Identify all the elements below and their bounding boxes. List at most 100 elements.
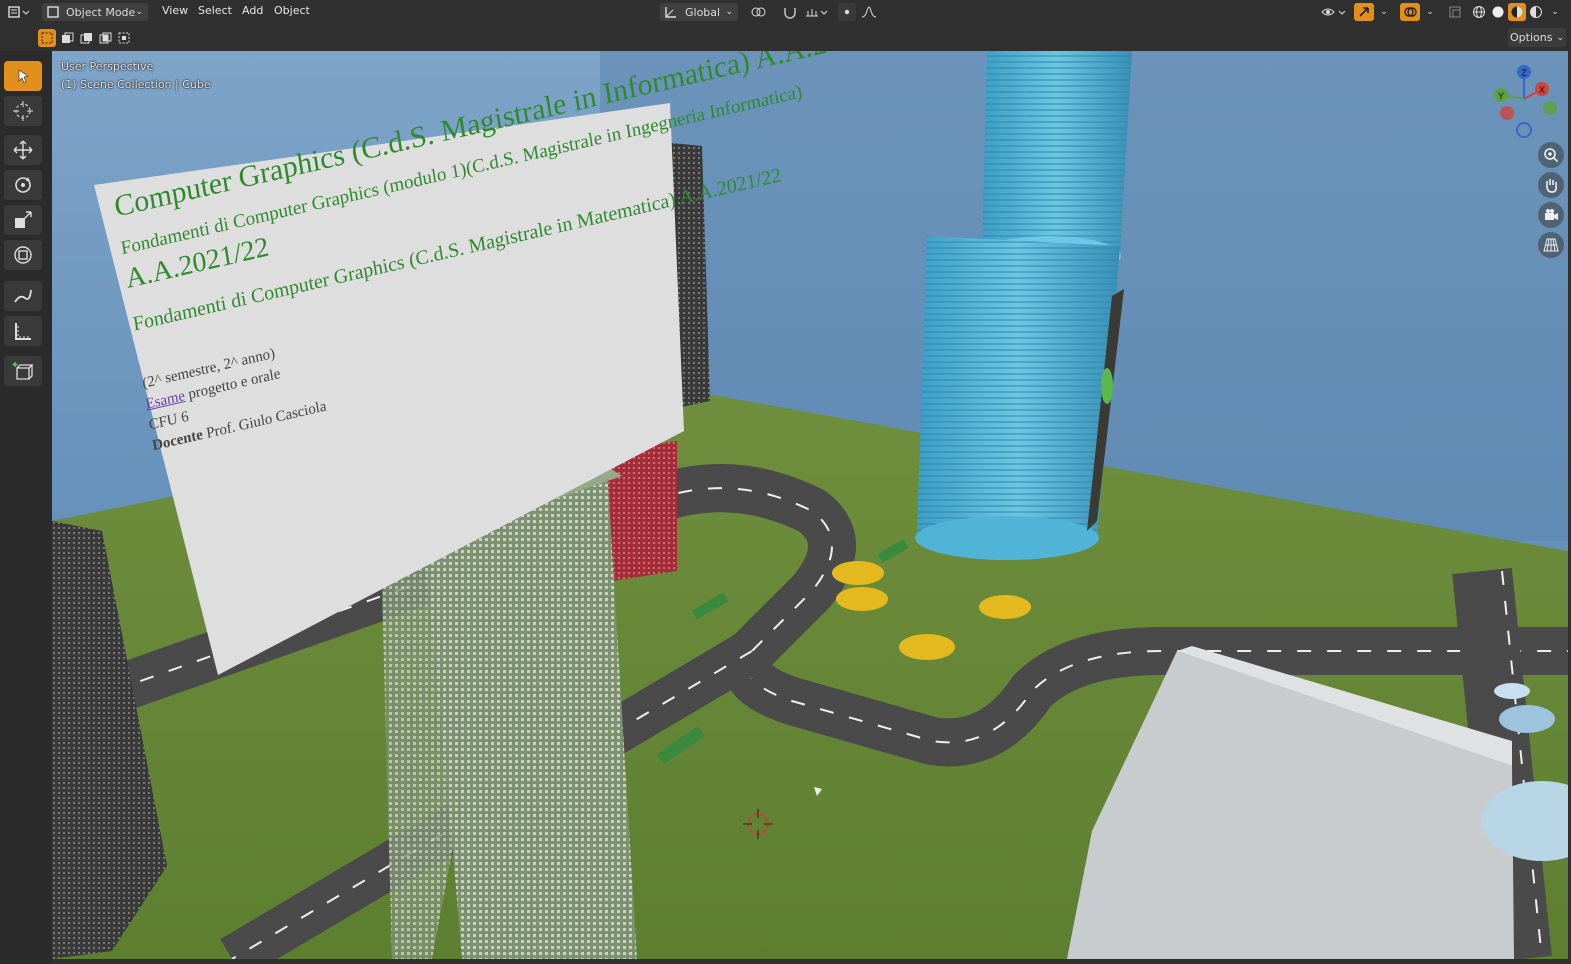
axis-gizmo-icon: X Y Z <box>1494 65 1557 138</box>
object-mode-icon <box>47 6 59 18</box>
cursor-arrow-icon <box>18 69 29 84</box>
wireframe-sphere-icon <box>1473 6 1485 18</box>
shading-rendered-button[interactable] <box>1527 3 1545 21</box>
select-intersect-icon <box>118 32 130 44</box>
falloff-icon <box>861 6 877 18</box>
menu-add[interactable]: Add <box>242 4 263 17</box>
eye-icon <box>1321 8 1346 16</box>
xray-toggle[interactable] <box>1446 3 1464 21</box>
tool-transform[interactable] <box>4 240 42 270</box>
tool-annotate[interactable] <box>4 281 42 311</box>
chevron-down-icon: ⌄ <box>725 7 733 17</box>
transform-icon <box>14 246 32 264</box>
blue-tower-top-lines <box>982 51 1132 261</box>
blue-tower-sign-logo <box>1101 368 1113 404</box>
axis-z-label: Z <box>1521 68 1527 78</box>
gizmo-arrows-icon <box>1359 7 1369 17</box>
tool-select-box[interactable] <box>4 61 42 91</box>
tool-rotate[interactable] <box>4 170 42 200</box>
falloff-dropdown[interactable] <box>858 3 880 21</box>
snap-target-dropdown[interactable] <box>802 3 830 21</box>
overlays-toggle[interactable] <box>1400 3 1420 21</box>
menu-select[interactable]: Select <box>198 4 232 17</box>
gizmo-dropdown[interactable]: ⌄ <box>1376 3 1392 21</box>
select-extend-icon <box>62 32 74 43</box>
chevron-down-icon: ⌄ <box>1426 7 1434 17</box>
snap-increment-icon <box>806 9 828 17</box>
tool-add-cube[interactable] <box>4 356 42 386</box>
menu-view[interactable]: View <box>162 4 188 17</box>
shading-material-button[interactable] <box>1508 3 1526 21</box>
editor-type-button[interactable] <box>4 3 34 21</box>
options-dropdown[interactable]: Options ⌄ <box>1508 28 1566 47</box>
axis-x-label: X <box>1539 85 1545 95</box>
overlays-dropdown[interactable]: ⌄ <box>1422 3 1438 21</box>
chevron-down-icon: ⌄ <box>1380 7 1388 17</box>
tool-settings-bar: Options ⌄ <box>0 24 1571 51</box>
tool-cursor[interactable] <box>4 96 42 126</box>
zoom-icon <box>1544 148 1559 163</box>
transform-orientation-dropdown[interactable]: Global ⌄ <box>660 3 738 21</box>
select-subtract-button[interactable] <box>77 29 95 47</box>
pencil-icon <box>14 289 32 303</box>
rotate-icon <box>15 177 31 193</box>
tool-move[interactable] <box>4 135 42 165</box>
material-sphere-icon <box>1511 6 1523 18</box>
menu-object[interactable]: Object <box>274 4 310 17</box>
scale-icon <box>15 211 32 228</box>
pivot-icon <box>751 7 766 17</box>
add-cube-icon <box>12 362 34 380</box>
editor-type-icon <box>8 6 30 18</box>
grid-perspective-icon <box>1543 238 1559 252</box>
orientation-icon <box>665 7 676 18</box>
view-name: User Perspective <box>61 60 154 73</box>
navigation-gizmo[interactable]: X Y Z <box>1490 63 1562 139</box>
pivot-point-button[interactable] <box>746 3 774 21</box>
header-bar: Object Mode ⌄ View Select Add Object Glo… <box>0 0 1571 24</box>
overlays-icon <box>1404 7 1417 17</box>
chevron-down-icon: ⌄ <box>135 7 143 17</box>
select-intersect-button[interactable] <box>115 29 133 47</box>
axis-y-label: Y <box>1498 91 1504 101</box>
select-invert-icon <box>99 32 112 44</box>
blue-tower-foot <box>915 516 1099 560</box>
shading-dropdown[interactable]: ⌄ <box>1547 3 1563 21</box>
proportional-editing-toggle[interactable] <box>838 3 856 21</box>
mode-dropdown[interactable]: Object Mode ⌄ <box>42 3 148 21</box>
snap-toggle[interactable] <box>780 3 800 21</box>
tool-shelf <box>0 51 52 964</box>
3d-cursor-icon <box>13 101 33 121</box>
chevron-down-icon: ⌄ <box>1551 7 1559 17</box>
xray-icon <box>1449 6 1461 18</box>
gizmo-toggle[interactable] <box>1354 3 1374 21</box>
tool-scale[interactable] <box>4 205 42 235</box>
chevron-down-icon: ⌄ <box>1556 32 1564 43</box>
exam-link: Esame <box>144 387 187 413</box>
select-extend-button[interactable] <box>58 29 76 47</box>
ruler-icon <box>15 323 31 340</box>
hand-icon <box>1546 179 1557 193</box>
shading-wireframe-button[interactable] <box>1470 3 1488 21</box>
perspective-toggle-button[interactable] <box>1538 232 1564 258</box>
shading-solid-button[interactable] <box>1489 3 1507 21</box>
blue-tower-base-lines <box>917 236 1120 541</box>
proportional-editing-icon <box>844 9 850 15</box>
zoom-button[interactable] <box>1538 142 1564 168</box>
solid-sphere-icon <box>1492 6 1504 18</box>
tool-measure[interactable] <box>4 316 42 346</box>
select-subtract-icon <box>80 33 92 44</box>
orientation-label: Global <box>685 5 721 19</box>
options-label: Options <box>1510 31 1553 44</box>
rendered-sphere-icon <box>1530 6 1542 18</box>
collection-info: (1) Scene Collection | Cube <box>61 78 211 91</box>
mode-label: Object Mode <box>66 5 136 19</box>
select-invert-button[interactable] <box>96 29 114 47</box>
visibility-dropdown[interactable] <box>1318 3 1350 21</box>
camera-view-button[interactable] <box>1538 202 1564 228</box>
3d-viewport[interactable]: Computer Graphics (C.d.S. Magistrale in … <box>52 51 1568 959</box>
camera-icon <box>1545 209 1558 220</box>
magnet-icon <box>784 8 796 19</box>
select-new-button[interactable] <box>38 29 56 47</box>
move-arrows-icon <box>13 140 33 160</box>
pan-button[interactable] <box>1538 172 1564 198</box>
